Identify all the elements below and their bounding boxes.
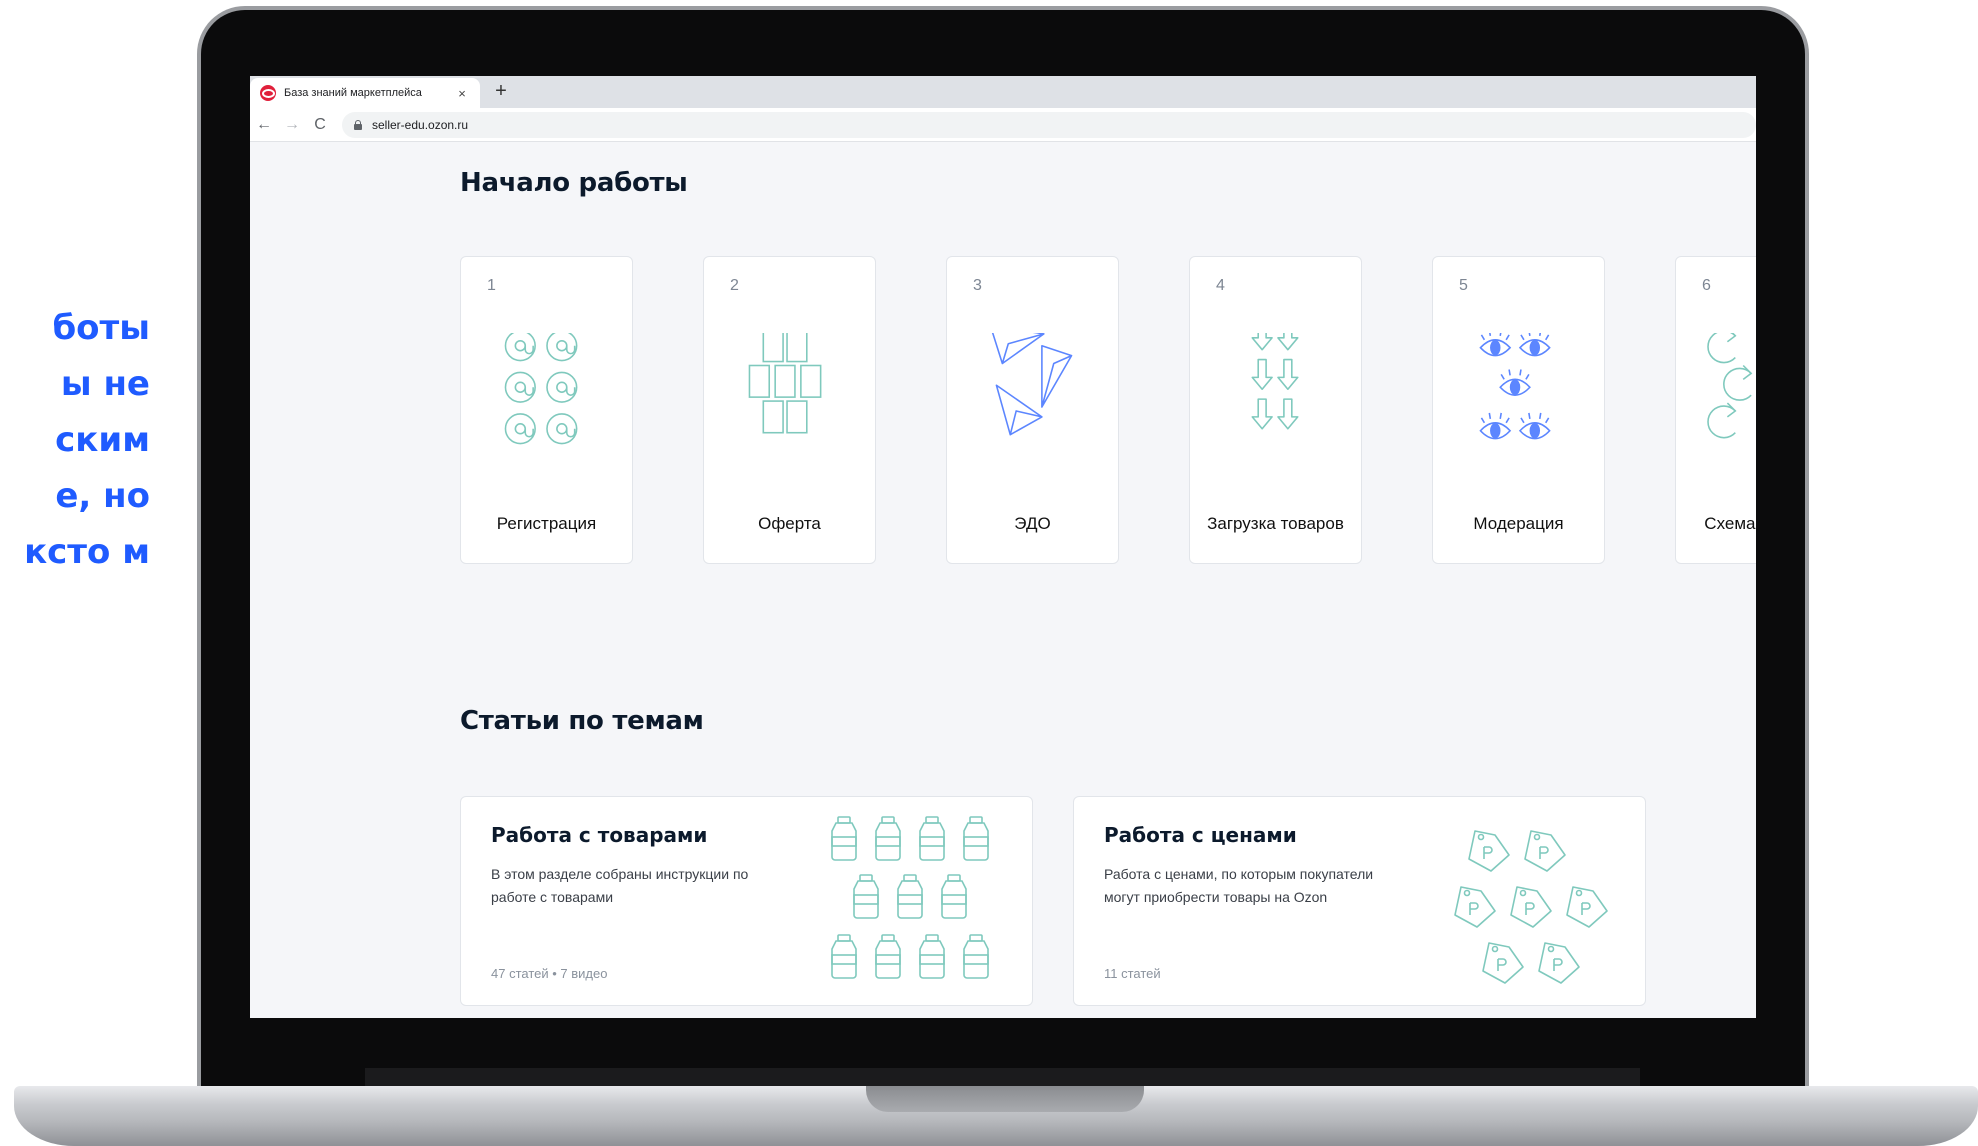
new-tab-button[interactable]: + [490, 80, 512, 103]
side-promo-text: боты ы не ским е, но ксто м [0, 300, 160, 600]
step-number: 2 [730, 277, 739, 294]
side-text-line: е, но [55, 476, 150, 516]
ozon-favicon-icon [260, 85, 276, 101]
side-text-line: ским [55, 420, 150, 460]
tab-title: База знаний маркетплейса [284, 87, 422, 99]
step-label: ЭДО [1014, 514, 1051, 533]
down-arrow-icon [1251, 333, 1299, 430]
tab-close-icon[interactable]: × [454, 86, 470, 101]
step-label: Регистрация [496, 514, 597, 533]
browser-tab-bar: База знаний маркетплейса × + [250, 76, 1756, 108]
topic-meta: 11 статей [1104, 966, 1161, 981]
browser-address-bar: ← → C seller-edu.ozon.ru [250, 108, 1756, 142]
documents-icon [748, 333, 822, 434]
reload-icon[interactable]: C [306, 116, 334, 134]
step-card-moderation[interactable]: 5 Модерация [1432, 256, 1605, 564]
url-text[interactable]: seller-edu.ozon.ru [372, 118, 468, 132]
step-label: Оферта [758, 514, 821, 533]
step-card-edo[interactable]: 3 ЭДО [946, 256, 1119, 564]
forward-arrow-icon[interactable]: → [278, 116, 306, 134]
step-number: 3 [973, 277, 982, 294]
step-number: 6 [1702, 277, 1711, 294]
topic-description: В этом разделе собраны инструкции по раб… [491, 866, 749, 905]
paper-plane-icon [991, 333, 1073, 436]
url-omnibox[interactable]: seller-edu.ozon.ru [342, 111, 1756, 138]
topic-title: Работа с ценами [1104, 823, 1297, 847]
topic-meta: 47 статей • 7 видео [491, 966, 608, 981]
browser-tab[interactable]: База знаний маркетплейса × [250, 78, 480, 108]
topic-card-prices[interactable]: Работа с ценами Работа с ценами, по кото… [1073, 796, 1646, 1006]
step-card-upload[interactable]: 4 Загрузка товаров [1189, 256, 1362, 564]
bottle-icon [831, 816, 989, 979]
lock-icon[interactable] [354, 119, 362, 130]
topic-description: Работа с ценами, по которым покупатели м… [1104, 866, 1374, 905]
eye-icon [1479, 333, 1551, 440]
step-number: 1 [487, 277, 496, 294]
side-text-line: боты [52, 308, 150, 348]
step-label: Схема продаж [1704, 514, 1756, 533]
step-label: Модерация [1473, 514, 1564, 533]
laptop-notch [866, 1086, 1144, 1112]
section-title-topics: Статьи по темам [460, 706, 704, 736]
laptop-hinge [365, 1068, 1640, 1086]
topic-card-products[interactable]: Работа с товарами В этом разделе собраны… [460, 796, 1033, 1006]
laptop-screen: База знаний маркетплейса × + ← → C selle… [250, 76, 1756, 1018]
side-text-line: ы не [60, 364, 150, 404]
page-content: Начало работы 1 Регистрация 2 Оферта 3 Э… [250, 142, 1756, 1018]
step-number: 5 [1459, 277, 1468, 294]
at-sign-icon [504, 333, 578, 445]
back-arrow-icon[interactable]: ← [250, 116, 278, 134]
section-title-start: Начало работы [460, 168, 688, 198]
step-label: Загрузка товаров [1207, 514, 1344, 533]
step-card-registration[interactable]: 1 Регистрация [460, 256, 633, 564]
side-text-line: ксто м [24, 532, 150, 572]
price-tag-icon [1454, 830, 1608, 984]
step-card-offer[interactable]: 2 Оферта [703, 256, 876, 564]
step-card-sales-scheme[interactable]: 6 Схема продаж [1675, 256, 1756, 564]
refresh-icon [1707, 333, 1753, 439]
step-number: 4 [1216, 277, 1225, 294]
topic-title: Работа с товарами [491, 823, 708, 847]
